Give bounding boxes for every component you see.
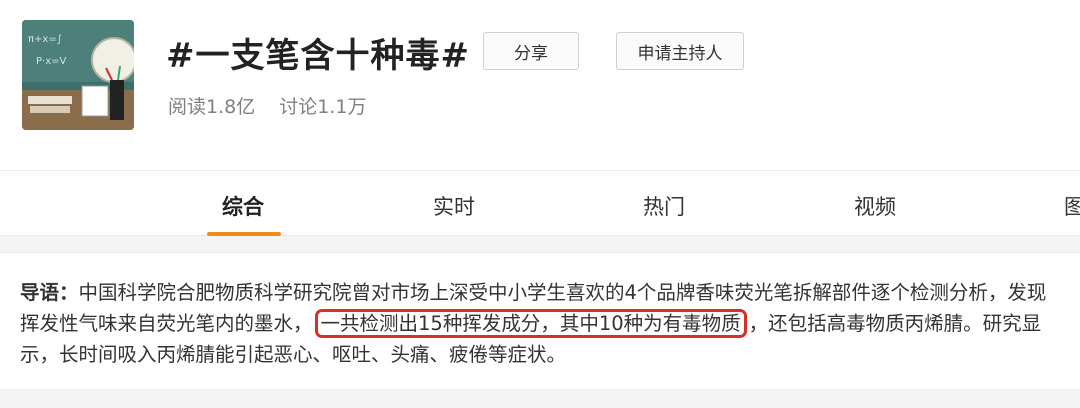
intro-paragraph: 导语：中国科学院合肥物质科学研究院曾对市场上深受中小学生喜欢的4个品牌香味荧光笔… <box>20 277 1065 370</box>
apply-host-button[interactable]: 申请主持人 <box>616 32 744 70</box>
tab-video[interactable]: 视频 <box>854 191 896 221</box>
tab-realtime[interactable]: 实时 <box>433 191 475 221</box>
read-count: 阅读1.8亿 <box>168 96 256 118</box>
tab-comprehensive[interactable]: 综合 <box>222 191 264 221</box>
topic-title: #一支笔含十种毒# <box>166 36 470 76</box>
topic-thumbnail: π+x=∫ P⋅x=V <box>22 20 134 130</box>
tab-bar: 综合 实时 热门 视频 图 <box>0 170 1080 236</box>
share-button[interactable]: 分享 <box>483 32 579 70</box>
intro-card: 导语：中国科学院合肥物质科学研究院曾对市场上深受中小学生喜欢的4个品牌香味荧光笔… <box>0 252 1080 390</box>
discussion-count: 讨论1.1万 <box>279 96 367 118</box>
tab-images[interactable]: 图 <box>1064 191 1080 221</box>
intro-label: 导语： <box>20 281 79 304</box>
tab-hot[interactable]: 热门 <box>643 191 685 221</box>
topic-header: π+x=∫ P⋅x=V #一支笔含十种毒# 阅读1.8亿 讨论1.1万 分享 申… <box>0 0 1080 170</box>
topic-stats: 阅读1.8亿 讨论1.1万 <box>168 92 384 119</box>
svg-text:P⋅x=V: P⋅x=V <box>36 56 67 67</box>
svg-text:π+x=∫: π+x=∫ <box>28 34 62 45</box>
highlighted-text: 一共检测出15种挥发成分，其中10种为有毒物质 <box>314 309 747 338</box>
